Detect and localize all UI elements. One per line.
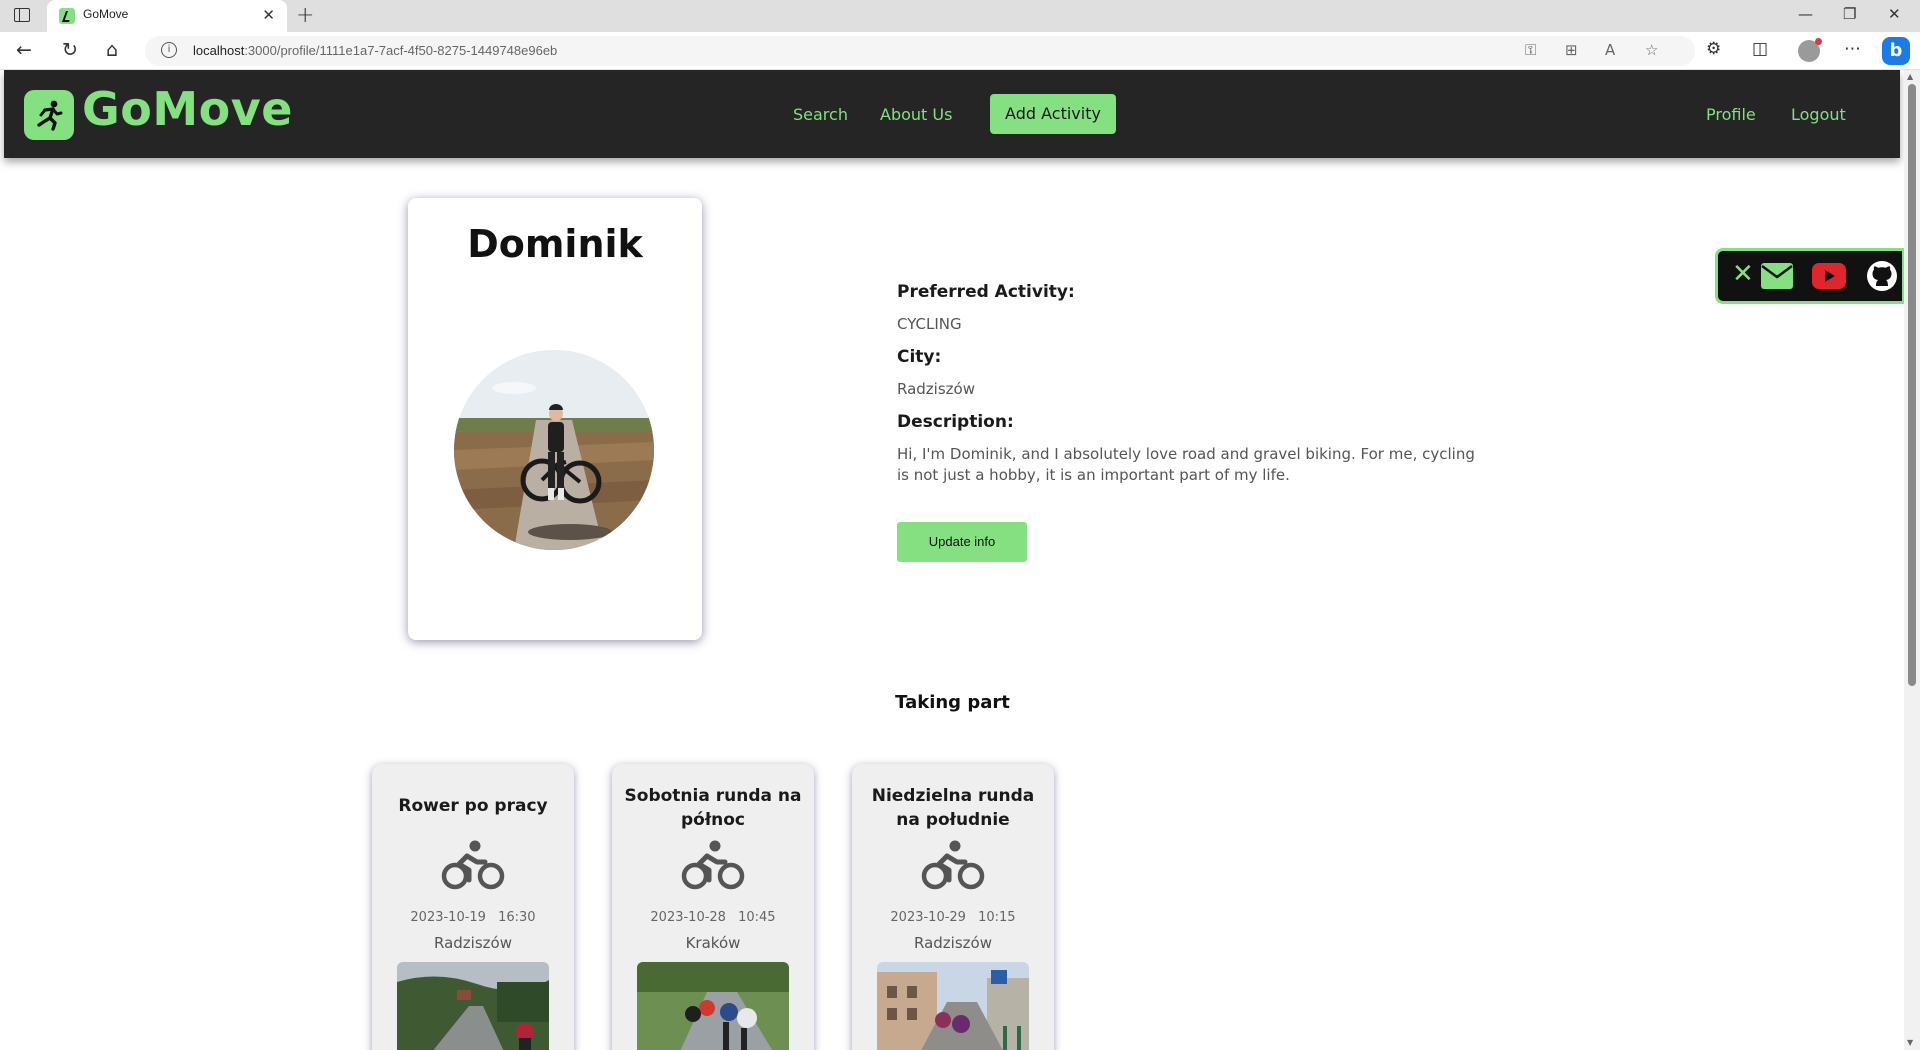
browser-tab[interactable]: GoMove ✕ [47, 0, 287, 32]
youtube-icon[interactable] [1812, 263, 1846, 289]
github-icon[interactable] [1866, 260, 1898, 292]
url-input[interactable]: i localhost:3000/profile/1111e1a7-7acf-4… [145, 36, 1695, 66]
read-aloud-icon[interactable]: A [1605, 41, 1615, 59]
tab-close-icon[interactable]: ✕ [262, 6, 275, 24]
city-value: Radziszów [897, 380, 975, 398]
window-close-icon[interactable]: ✕ [1888, 5, 1901, 23]
bing-copilot-icon[interactable]: b [1882, 37, 1910, 65]
city-label: City: [897, 347, 942, 367]
taking-part-title: Taking part [895, 692, 1010, 713]
event-city: Radziszów [914, 934, 992, 952]
nav-search[interactable]: Search [793, 105, 848, 124]
extensions-icon[interactable]: ⚙ [1706, 39, 1721, 59]
key-icon[interactable]: ⚿ [1525, 41, 1536, 59]
mail-icon[interactable] [1761, 263, 1793, 289]
event-card[interactable]: Niedzielna runda na południe 2023-10-29 … [852, 764, 1054, 1050]
cycling-icon [681, 840, 745, 890]
logo-text[interactable]: GoMove [82, 82, 293, 136]
event-photo [877, 962, 1029, 1050]
restore-icon[interactable]: ❐ [1843, 5, 1856, 23]
event-title: Rower po pracy [398, 796, 548, 816]
social-links-bar: ✕ [1715, 248, 1905, 304]
update-info-button[interactable]: Update info [897, 522, 1027, 562]
split-screen-icon[interactable]: ◫ [1752, 39, 1768, 59]
favorite-star-icon[interactable]: ☆ [1645, 41, 1658, 59]
tab-title: GoMove [83, 7, 129, 21]
event-card[interactable]: Sobotnia runda na północ 2023-10-28 10:4… [612, 764, 814, 1050]
favicon-icon [59, 8, 75, 24]
minimize-icon[interactable]: — [1798, 5, 1813, 23]
profile-name: Dominik [467, 222, 643, 266]
cycling-icon [921, 840, 985, 890]
new-tab-icon[interactable]: + [296, 3, 314, 28]
preferred-activity-label: Preferred Activity: [897, 282, 1075, 302]
home-icon[interactable]: ⌂ [106, 39, 118, 61]
x-icon[interactable]: ✕ [1732, 259, 1754, 289]
event-title: Sobotnia runda na północ [624, 786, 802, 830]
nav-profile[interactable]: Profile [1706, 105, 1756, 124]
nav-about-us[interactable]: About Us [880, 105, 952, 124]
more-menu-icon[interactable]: ⋯ [1844, 39, 1861, 59]
add-activity-button[interactable]: Add Activity [990, 94, 1116, 134]
scroll-down-icon[interactable]: ▼ [1907, 1038, 1913, 1047]
event-datetime: 2023-10-29 10:15 [890, 910, 1016, 925]
nav-logout[interactable]: Logout [1791, 105, 1846, 124]
back-icon[interactable]: ← [16, 39, 32, 61]
event-title: Niedzielna runda na południe [871, 786, 1035, 830]
event-datetime: 2023-10-28 10:45 [650, 910, 776, 925]
reload-icon[interactable]: ↻ [62, 39, 78, 61]
url-text: localhost:3000/profile/1111e1a7-7acf-4f5… [193, 43, 558, 58]
scroll-up-icon[interactable]: ▲ [1907, 72, 1913, 81]
event-card[interactable]: Rower po pracy 2023-10-19 16:30 Radziszó… [372, 764, 574, 1050]
apps-icon[interactable]: ⊞ [1565, 41, 1578, 59]
event-city: Kraków [685, 934, 741, 952]
event-photo [637, 962, 789, 1050]
page-scrollbar[interactable]: ▲ ▼ [1904, 70, 1920, 1050]
profile-card: Dominik [408, 198, 702, 640]
app-header: GoMove Search About Us Add Activity Prof… [4, 70, 1900, 158]
event-photo [397, 962, 549, 1050]
address-bar-row: ← ↻ ⌂ i localhost:3000/profile/1111e1a7-… [0, 32, 1920, 70]
description-value: Hi, I'm Dominik, and I absolutely love r… [897, 445, 1475, 484]
tab-actions-icon[interactable] [14, 8, 30, 22]
avatar [454, 350, 654, 550]
browser-tab-bar: GoMove ✕ + — ❐ ✕ [0, 0, 1920, 32]
logo-runner-icon[interactable] [24, 90, 74, 140]
event-city: Radziszów [434, 934, 512, 952]
cycling-icon [441, 840, 505, 890]
event-datetime: 2023-10-19 16:30 [410, 910, 536, 925]
scrollbar-thumb[interactable] [1908, 84, 1916, 686]
description-label: Description: [897, 412, 1014, 432]
browser-profile-icon[interactable] [1798, 38, 1822, 62]
page-viewport: GoMove Search About Us Add Activity Prof… [0, 70, 1920, 1050]
site-info-icon[interactable]: i [161, 42, 177, 58]
preferred-activity-value: CYCLING [897, 315, 962, 333]
